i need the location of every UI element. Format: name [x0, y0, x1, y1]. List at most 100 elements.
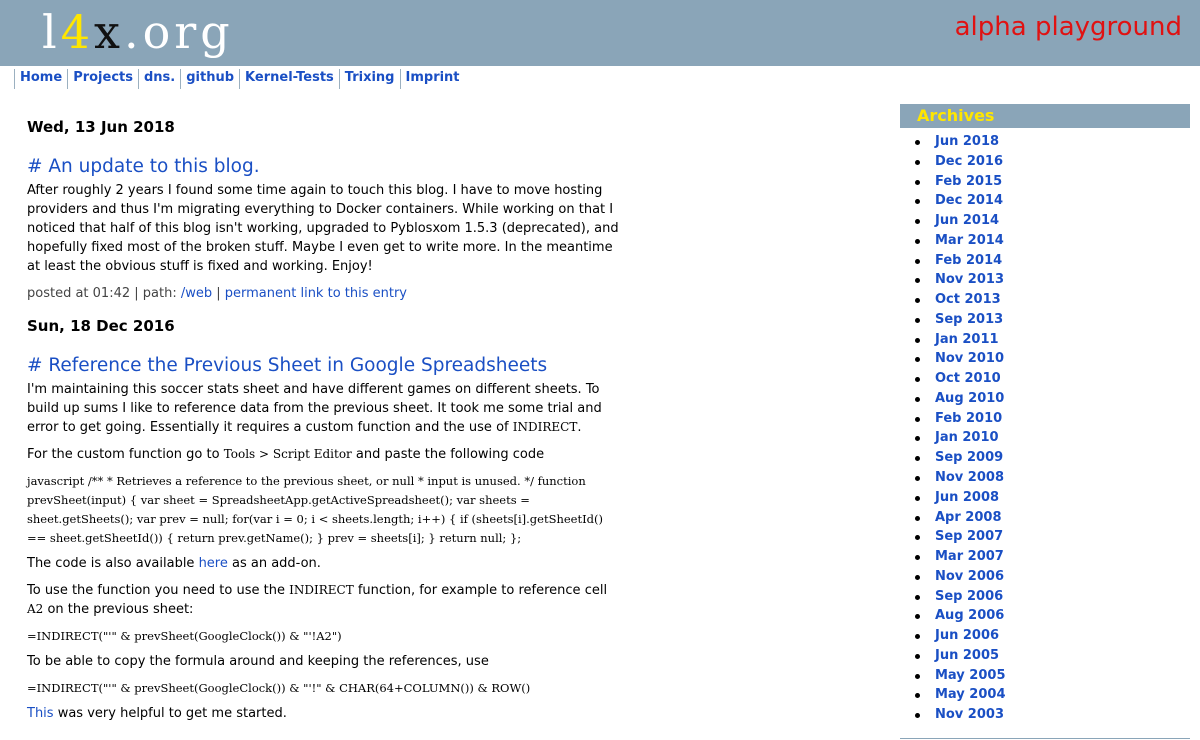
archive-item: Jun 2014 — [900, 211, 1190, 231]
archive-link[interactable]: Oct 2013 — [935, 292, 1001, 307]
paragraph-text: For the custom function go to — [27, 447, 224, 462]
sidebar: Archives Jun 2018 Dec 2016 Feb 2015 Dec 201… — [900, 104, 1190, 739]
archive-item: Apr 2008 — [900, 508, 1190, 528]
archive-link[interactable]: Aug 2006 — [935, 608, 1004, 623]
nav-imprint[interactable]: Imprint — [399, 69, 465, 89]
post-meta-text: posted at 01:42 | path: — [27, 286, 181, 301]
post-date: Wed, 13 Jun 2018 — [27, 118, 175, 136]
logo-4: 4 — [60, 5, 94, 59]
archive-link[interactable]: May 2005 — [935, 668, 1006, 683]
code-block: javascript /** * Retrieves a reference t… — [27, 474, 603, 545]
post-paragraph: This was very helpful to get me started. — [27, 704, 623, 723]
formula-code: =INDIRECT("'" & prevSheet(GoogleClock())… — [27, 629, 342, 643]
archive-item: Nov 2008 — [900, 468, 1190, 488]
archive-item: Jun 2006 — [900, 626, 1190, 646]
archive-link[interactable]: Jun 2006 — [935, 628, 999, 643]
inline-code: INDIRECT — [512, 420, 578, 434]
main-content: Wed, 13 Jun 2018 # An update to this blo… — [27, 112, 623, 731]
paragraph-text: and paste the following code — [351, 447, 545, 462]
post-title-link[interactable]: # Reference the Previous Sheet in Google… — [27, 355, 547, 376]
archive-link[interactable]: Sep 2006 — [935, 589, 1003, 604]
archive-item: Dec 2016 — [900, 152, 1190, 172]
archive-item: May 2004 — [900, 685, 1190, 705]
post-paragraph: For the custom function go to Tools > Sc… — [27, 445, 623, 464]
archive-link[interactable]: Nov 2010 — [935, 351, 1004, 366]
permalink[interactable]: permanent link to this entry — [225, 286, 407, 301]
addon-link[interactable]: here — [199, 556, 228, 571]
archive-link[interactable]: Sep 2013 — [935, 312, 1003, 327]
archive-link[interactable]: Nov 2003 — [935, 707, 1004, 722]
archive-link[interactable]: Apr 2008 — [935, 510, 1002, 525]
archive-link[interactable]: May 2004 — [935, 687, 1006, 702]
reference-link[interactable]: This — [27, 706, 54, 721]
archive-item: Nov 2010 — [900, 349, 1190, 369]
archive-link[interactable]: Feb 2010 — [935, 411, 1002, 426]
archive-item: Jan 2010 — [900, 428, 1190, 448]
top-nav: Home Projects dns. github Kernel-Tests T… — [14, 69, 465, 89]
archive-link[interactable]: Mar 2007 — [935, 549, 1004, 564]
archive-link[interactable]: Dec 2014 — [935, 193, 1003, 208]
archives-heading: Archives — [900, 104, 1190, 128]
archive-item: Aug 2010 — [900, 389, 1190, 409]
archive-item: Feb 2010 — [900, 409, 1190, 429]
archive-link[interactable]: Feb 2014 — [935, 253, 1002, 268]
nav-home[interactable]: Home — [14, 69, 67, 89]
logo-org: .org — [123, 5, 234, 59]
archive-link[interactable]: Mar 2014 — [935, 233, 1004, 248]
archive-link[interactable]: Nov 2013 — [935, 272, 1004, 287]
archive-link[interactable]: Nov 2006 — [935, 569, 1004, 584]
post-paragraph: To be able to copy the formula around an… — [27, 654, 489, 669]
nav-dns[interactable]: dns. — [138, 69, 180, 89]
nav-github[interactable]: github — [180, 69, 239, 89]
archive-item: Nov 2013 — [900, 270, 1190, 290]
paragraph-text: as an add-on. — [227, 556, 321, 571]
archive-link[interactable]: Sep 2007 — [935, 529, 1003, 544]
archive-link[interactable]: Sep 2009 — [935, 450, 1003, 465]
paragraph-text: The code is also available — [27, 556, 199, 571]
archive-link[interactable]: Jun 2005 — [935, 648, 999, 663]
archive-link[interactable]: Nov 2008 — [935, 470, 1004, 485]
inline-code: Tools > Script Editor — [223, 447, 352, 461]
archive-item: Jan 2011 — [900, 330, 1190, 350]
archive-link[interactable]: Jun 2018 — [935, 134, 999, 149]
archive-item: Sep 2006 — [900, 587, 1190, 607]
logo-x: x — [94, 5, 124, 59]
archive-link[interactable]: Aug 2010 — [935, 391, 1004, 406]
site-logo[interactable]: l4x.org — [42, 6, 234, 58]
post-title-link[interactable]: # An update to this blog. — [27, 156, 260, 177]
post-meta: posted at 01:42 | path: /web | permanent… — [27, 286, 623, 301]
nav-kernel-tests[interactable]: Kernel-Tests — [239, 69, 339, 89]
archive-item: Nov 2006 — [900, 567, 1190, 587]
archive-link[interactable]: Jan 2011 — [935, 332, 999, 347]
archive-item: Nov 2003 — [900, 705, 1190, 725]
archive-link[interactable]: Feb 2015 — [935, 174, 1002, 189]
archive-link[interactable]: Oct 2010 — [935, 371, 1001, 386]
archive-item: Aug 2006 — [900, 606, 1190, 626]
archive-link[interactable]: Jun 2008 — [935, 490, 999, 505]
nav-projects[interactable]: Projects — [67, 69, 138, 89]
formula-code: =INDIRECT("'" & prevSheet(GoogleClock())… — [27, 681, 531, 695]
inline-code: A2 — [27, 602, 44, 616]
archive-item: Sep 2007 — [900, 527, 1190, 547]
paragraph-text: on the previous sheet: — [43, 602, 194, 617]
inline-code: INDIRECT — [289, 583, 354, 597]
archive-item: Oct 2010 — [900, 369, 1190, 389]
paragraph-text: was very helpful to get me started. — [53, 706, 287, 721]
archive-item: Feb 2015 — [900, 172, 1190, 192]
archive-link[interactable]: Dec 2016 — [935, 154, 1003, 169]
nav-trixing[interactable]: Trixing — [338, 69, 400, 89]
archive-link[interactable]: Jun 2014 — [935, 213, 999, 228]
post-title[interactable]: # An update to this blog. — [27, 156, 623, 177]
post-date: Sun, 18 Dec 2016 — [27, 317, 175, 335]
archive-item: Jun 2018 — [900, 132, 1190, 152]
sidebar-divider — [900, 738, 1190, 739]
post-path-link[interactable]: /web — [181, 286, 212, 301]
paragraph-text: function, for example to reference cell — [353, 583, 608, 598]
post-body: After roughly 2 years I found some time … — [27, 183, 619, 274]
archive-item: Oct 2013 — [900, 290, 1190, 310]
post-title[interactable]: # Reference the Previous Sheet in Google… — [27, 355, 623, 376]
archives-list: Jun 2018 Dec 2016 Feb 2015 Dec 2014 Jun 2014… — [900, 132, 1190, 725]
post-paragraph: I'm maintaining this soccer stats sheet … — [27, 380, 623, 437]
archive-item: Feb 2014 — [900, 251, 1190, 271]
archive-link[interactable]: Jan 2010 — [935, 430, 999, 445]
